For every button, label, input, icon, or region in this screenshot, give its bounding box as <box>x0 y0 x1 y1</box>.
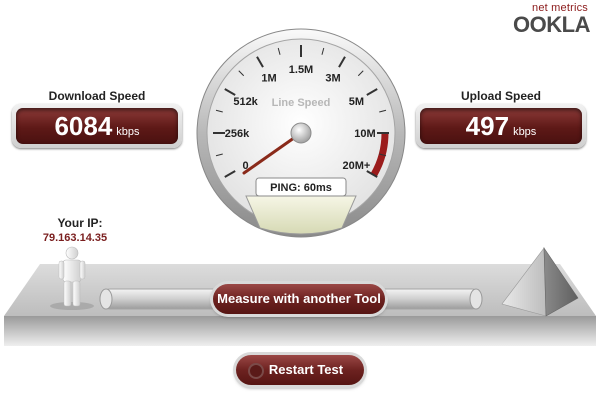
upload-speed-title: Upload Speed <box>460 89 541 103</box>
restart-test-label: Restart Test <box>268 362 344 377</box>
gauge-tick-label: 512k <box>233 96 258 108</box>
gauge-tick-label: 256k <box>225 128 250 140</box>
upload-speed-panel: 497 kbps <box>416 104 586 148</box>
download-speed-value: 6084 <box>54 111 113 141</box>
download-speed-title: Download Speed <box>48 89 146 103</box>
measure-another-tool-label: Measure with another Tool <box>217 291 381 306</box>
upload-speed-unit: kbps <box>513 126 537 138</box>
gauge-tick-label: 5M <box>349 96 364 108</box>
person-icon <box>58 246 86 307</box>
download-speed-panel: 6084 kbps <box>12 104 182 148</box>
gauge-hub <box>290 122 312 144</box>
gauge-tick-label: 1M <box>261 73 276 85</box>
gauge-label: Line Speed <box>272 97 331 109</box>
your-ip-value: 79.163.14.35 <box>42 232 108 244</box>
gauge-tick-label: 1.5M <box>289 64 313 76</box>
download-speed-unit: kbps <box>116 126 140 138</box>
upload-speed-value: 497 <box>465 111 510 141</box>
measure-another-tool-button[interactable]: Measure with another Tool <box>213 284 385 314</box>
ping-readout: PING: 60ms <box>270 182 332 194</box>
gauge-tick-label: 3M <box>325 73 340 85</box>
gauge-tick-label: 10M <box>354 128 375 140</box>
gauge-tick-label: 20M+ <box>343 160 371 172</box>
your-ip-label: Your IP: <box>57 216 103 230</box>
speed-gauge: 0256k512k1M1.5M3M5M10M20M+ Line Speed PI… <box>196 28 406 238</box>
server-pyramid-icon <box>501 246 579 317</box>
restart-test-button[interactable]: Restart Test <box>236 355 364 385</box>
restart-icon <box>248 363 264 379</box>
